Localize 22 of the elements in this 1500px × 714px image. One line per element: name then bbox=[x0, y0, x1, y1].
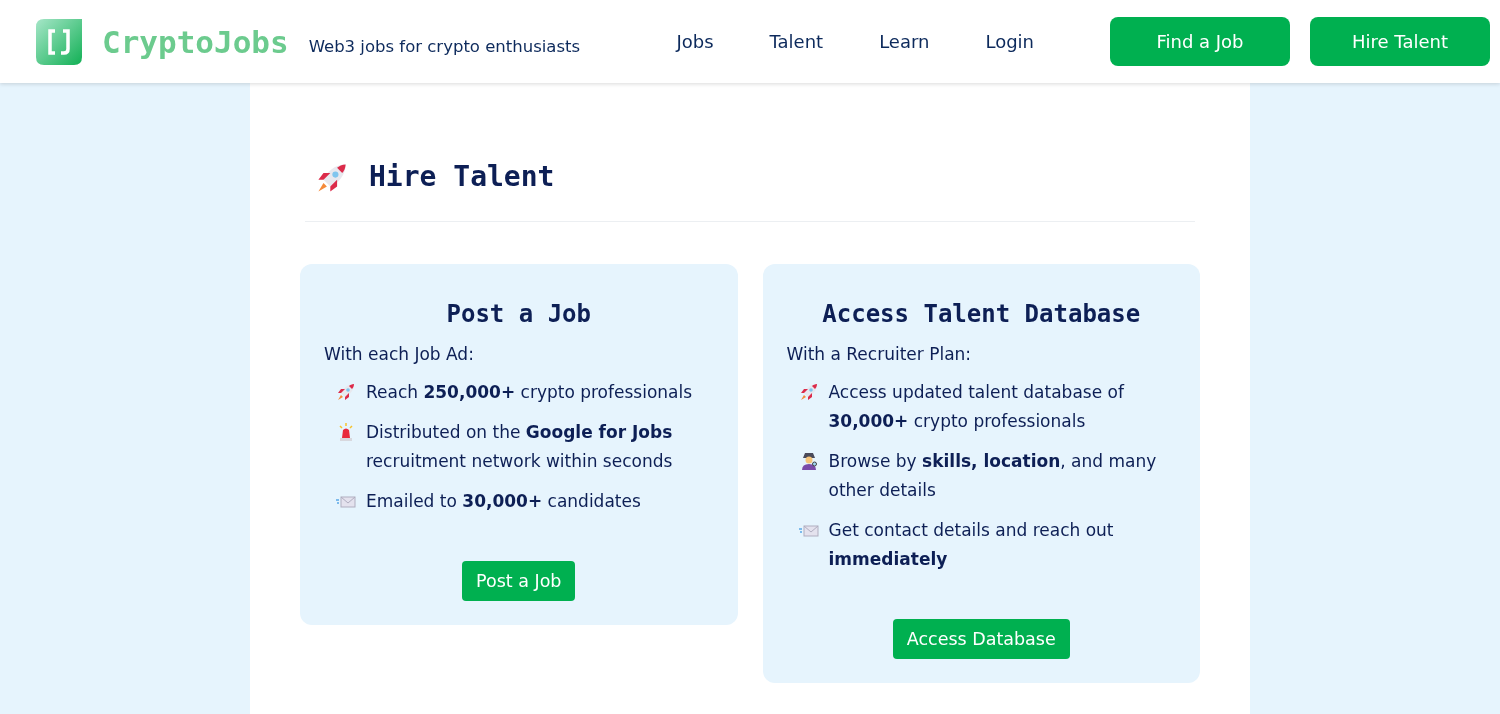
feature-text: Reach 250,000+ crypto professionals bbox=[366, 381, 694, 404]
tagline: Web3 jobs for crypto enthusiasts bbox=[308, 37, 581, 56]
feature-text: Access updated talent database of 30,000+ crypto professionals bbox=[828, 381, 1126, 433]
siren-icon bbox=[336, 422, 356, 442]
nav-link[interactable]: Jobs bbox=[676, 31, 714, 52]
card-title: Post a Job bbox=[445, 300, 592, 328]
card-title: Access Talent Database bbox=[821, 300, 1142, 328]
nav-link[interactable]: Login bbox=[985, 31, 1034, 52]
feature-text: Browse by skills, location, and many other details bbox=[828, 450, 1158, 502]
rocket-icon bbox=[315, 161, 349, 195]
card-intro: With a Recruiter Plan: bbox=[786, 344, 973, 364]
logo-icon bbox=[36, 18, 82, 65]
feature-text: Emailed to 30,000+ candidates bbox=[366, 490, 642, 513]
rocket-icon bbox=[336, 382, 356, 402]
brand-name: CryptoJobs bbox=[102, 23, 289, 60]
nav-link[interactable]: Learn bbox=[879, 31, 930, 52]
card-intro: With each Job Ad: bbox=[324, 344, 475, 364]
page-title: Hire Talent bbox=[369, 159, 555, 193]
feature-text: Distributed on the Google for Jobs recruitment network within seconds bbox=[366, 421, 674, 473]
nav-link[interactable]: Talent bbox=[769, 31, 824, 52]
rocket-icon bbox=[798, 382, 819, 402]
feature-text: Get contact details and reach out immediately bbox=[828, 519, 1115, 571]
